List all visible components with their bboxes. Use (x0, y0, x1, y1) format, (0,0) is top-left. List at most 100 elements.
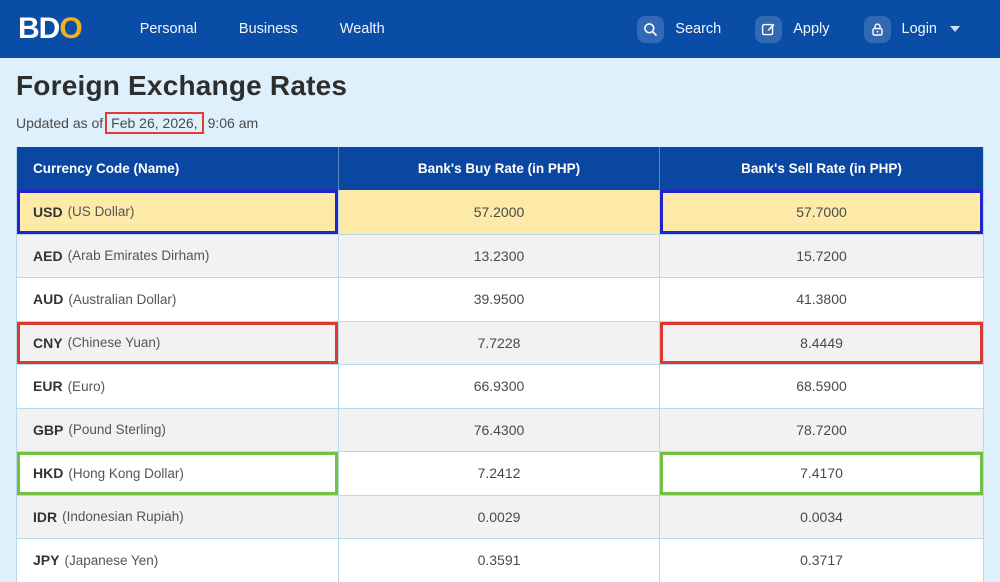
sell-rate: 78.7200 (796, 422, 847, 438)
currency-code: AED (33, 248, 63, 264)
currency-name: (US Dollar) (68, 204, 135, 219)
table-header-row: Currency Code (Name) Bank's Buy Rate (in… (17, 147, 983, 190)
fx-rates-table: Currency Code (Name) Bank's Buy Rate (in… (16, 147, 984, 582)
bdo-logo[interactable]: BDO (18, 14, 82, 44)
login-label: Login (902, 21, 937, 37)
buy-rate: 0.0029 (478, 509, 521, 525)
nav-item-business[interactable]: Business (239, 21, 298, 37)
buy-rate-cell: 7.7228 (339, 321, 660, 365)
sell-rate: 8.4449 (800, 335, 843, 351)
table-row: JPY (Japanese Yen) 0.3591 0.3717 (17, 538, 983, 582)
buy-rate: 66.9300 (474, 378, 525, 394)
apply-button[interactable]: Apply (755, 16, 829, 43)
nav-item-personal[interactable]: Personal (140, 21, 197, 37)
currency-name: (Euro) (68, 379, 106, 394)
nav-links: Personal Business Wealth (140, 21, 385, 37)
buy-rate-cell: 13.2300 (339, 234, 660, 278)
search-label: Search (675, 21, 721, 37)
currency-code: CNY (33, 335, 63, 351)
table-row: CNY (Chinese Yuan) 7.7228 8.4449 (17, 321, 983, 365)
currency-code: JPY (33, 552, 59, 568)
updated-timestamp: Updated as of Feb 26, 2026, 9:06 am (16, 112, 984, 134)
currency-code: AUD (33, 291, 63, 307)
sell-rate-cell: 8.4449 (660, 321, 983, 365)
currency-cell: HKD (Hong Kong Dollar) (17, 451, 339, 495)
header-sell-rate: Bank's Sell Rate (in PHP) (660, 147, 983, 190)
buy-rate: 13.2300 (474, 248, 525, 264)
currency-name: (Arab Emirates Dirham) (68, 248, 210, 263)
sell-rate: 68.5900 (796, 378, 847, 394)
currency-cell: AUD (Australian Dollar) (17, 277, 339, 321)
buy-rate-cell: 0.3591 (339, 538, 660, 582)
updated-date-annotation-box: Feb 26, 2026, (105, 112, 203, 134)
table-row: AUD (Australian Dollar) 39.9500 41.3800 (17, 277, 983, 321)
nav-item-wealth[interactable]: Wealth (340, 21, 385, 37)
nav-actions: Search Apply Login (637, 16, 960, 43)
sell-rate: 15.7200 (796, 248, 847, 264)
currency-code: IDR (33, 509, 57, 525)
currency-name: (Australian Dollar) (68, 292, 176, 307)
edit-icon (755, 16, 782, 43)
currency-name: (Indonesian Rupiah) (62, 509, 184, 524)
currency-code: HKD (33, 465, 63, 481)
currency-cell: USD (US Dollar) (17, 190, 339, 234)
sell-rate-cell: 41.3800 (660, 277, 983, 321)
page-title: Foreign Exchange Rates (16, 70, 984, 102)
lock-icon (864, 16, 891, 43)
table-row: IDR (Indonesian Rupiah) 0.0029 0.0034 (17, 495, 983, 539)
buy-rate: 76.4300 (474, 422, 525, 438)
sell-rate: 7.4170 (800, 465, 843, 481)
currency-cell: GBP (Pound Sterling) (17, 408, 339, 452)
table-row: GBP (Pound Sterling) 76.4300 78.7200 (17, 408, 983, 452)
buy-rate: 7.7228 (478, 335, 521, 351)
table-row: AED (Arab Emirates Dirham) 13.2300 15.72… (17, 234, 983, 278)
sell-rate-cell: 0.0034 (660, 495, 983, 539)
currency-code: USD (33, 204, 63, 220)
currency-cell: EUR (Euro) (17, 364, 339, 408)
currency-code: EUR (33, 378, 63, 394)
buy-rate-cell: 66.9300 (339, 364, 660, 408)
currency-name: (Chinese Yuan) (68, 335, 161, 350)
buy-rate-cell: 76.4300 (339, 408, 660, 452)
sell-rate-cell: 0.3717 (660, 538, 983, 582)
logo-text-bd: BD (18, 12, 59, 45)
updated-prefix: Updated as of (16, 115, 103, 131)
logo-text-o: O (59, 12, 81, 45)
buy-rate-cell: 0.0029 (339, 495, 660, 539)
currency-name: (Hong Kong Dollar) (68, 466, 184, 481)
sell-rate-cell: 68.5900 (660, 364, 983, 408)
sell-rate-cell: 7.4170 (660, 451, 983, 495)
sell-rate-cell: 15.7200 (660, 234, 983, 278)
buy-rate: 7.2412 (478, 465, 521, 481)
buy-rate: 39.9500 (474, 291, 525, 307)
buy-rate: 0.3591 (478, 552, 521, 568)
table-row: EUR (Euro) 66.9300 68.5900 (17, 364, 983, 408)
updated-time: 9:06 am (208, 115, 259, 131)
page-content: Foreign Exchange Rates Updated as of Feb… (0, 58, 1000, 582)
search-button[interactable]: Search (637, 16, 721, 43)
login-button[interactable]: Login (864, 16, 960, 43)
header-currency-code: Currency Code (Name) (17, 147, 339, 190)
sell-rate: 41.3800 (796, 291, 847, 307)
currency-cell: JPY (Japanese Yen) (17, 538, 339, 582)
table-body: USD (US Dollar) 57.2000 57.7000 AED (Ara… (17, 190, 983, 582)
sell-rate: 57.7000 (796, 204, 847, 220)
sell-rate: 0.0034 (800, 509, 843, 525)
search-icon (637, 16, 664, 43)
buy-rate-cell: 57.2000 (339, 190, 660, 234)
sell-rate-cell: 57.7000 (660, 190, 983, 234)
header-buy-rate: Bank's Buy Rate (in PHP) (339, 147, 660, 190)
currency-cell: AED (Arab Emirates Dirham) (17, 234, 339, 278)
top-navbar: BDO Personal Business Wealth Search Appl… (0, 0, 1000, 58)
table-row: USD (US Dollar) 57.2000 57.7000 (17, 190, 983, 234)
table-row: HKD (Hong Kong Dollar) 7.2412 7.4170 (17, 451, 983, 495)
sell-rate-cell: 78.7200 (660, 408, 983, 452)
currency-code: GBP (33, 422, 63, 438)
currency-name: (Japanese Yen) (64, 553, 158, 568)
chevron-down-icon (950, 26, 960, 32)
buy-rate-cell: 39.9500 (339, 277, 660, 321)
sell-rate: 0.3717 (800, 552, 843, 568)
buy-rate-cell: 7.2412 (339, 451, 660, 495)
apply-label: Apply (793, 21, 829, 37)
currency-cell: IDR (Indonesian Rupiah) (17, 495, 339, 539)
